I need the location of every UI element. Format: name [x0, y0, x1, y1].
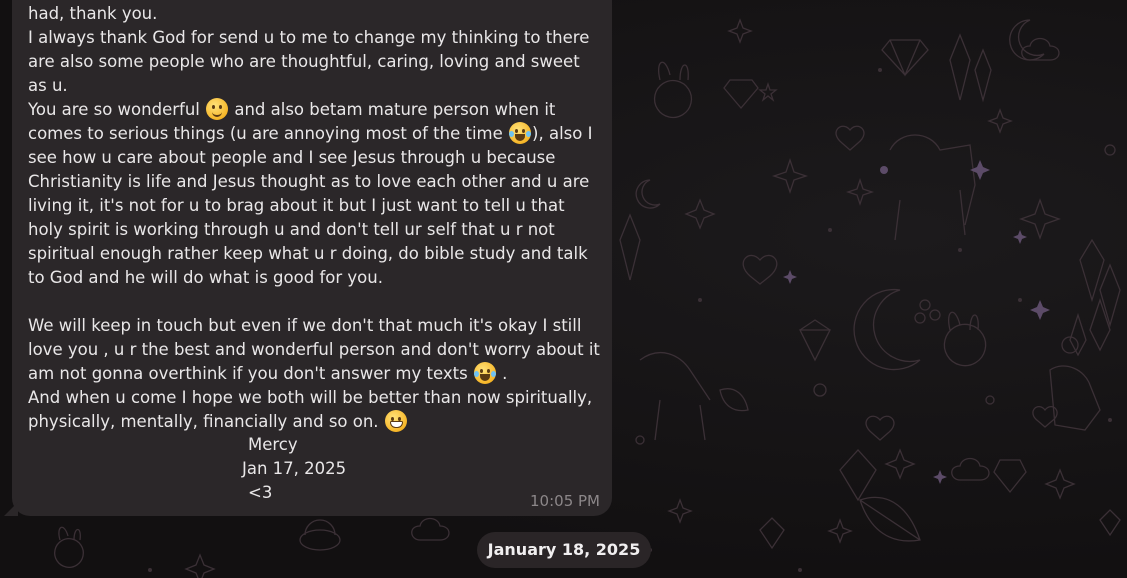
message-text-part-3: ), also I see how u care about people an…	[28, 124, 600, 383]
date-separator: January 18, 2025	[477, 532, 651, 568]
message-bubble[interactable]: had, thank you. I always thank God for s…	[4, 0, 612, 516]
signature-heart: <3	[248, 483, 273, 502]
face-with-tears-of-joy-icon	[509, 122, 532, 144]
message-time: 10:05 PM	[530, 492, 600, 510]
signature-date: Jan 17, 2025	[242, 459, 347, 478]
signature-name: Mercy	[248, 435, 298, 454]
message-text: had, thank you. I always thank God for s…	[28, 2, 602, 434]
slightly-smiling-face-icon	[206, 98, 229, 120]
grinning-face-with-smiling-eyes-icon	[384, 410, 407, 432]
chat-area[interactable]: had, thank you. I always thank God for s…	[0, 0, 1127, 578]
face-with-tears-of-joy-icon	[473, 362, 496, 384]
